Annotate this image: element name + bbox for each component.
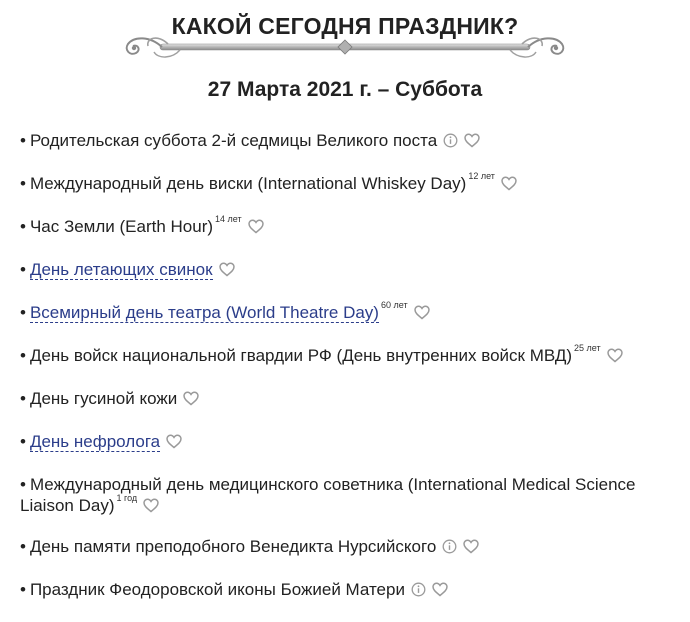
page: КАКОЙ СЕГОДНЯ ПРАЗДНИК? 27 Марта 2021 г.… — [0, 0, 690, 614]
holiday-item: • Всемирный день театра (World Theatre Da… — [20, 300, 680, 323]
heart-icon[interactable] — [463, 539, 480, 554]
heart-icon[interactable] — [606, 348, 623, 363]
heart-icon[interactable] — [218, 262, 235, 277]
bullet: • — [20, 131, 26, 150]
holiday-item: • Праздник Феодоровской иконы Божией Мате… — [20, 579, 680, 600]
heart-icon[interactable] — [166, 434, 182, 449]
holiday-name: День памяти преподобного Венедикта Нурси… — [29, 537, 437, 556]
heart-icon[interactable] — [501, 176, 517, 191]
holiday-item: • День нефролога — [20, 431, 680, 452]
bullet: • — [20, 537, 26, 556]
holiday-link[interactable]: День нефролога — [29, 432, 161, 452]
holiday-item: • Родительская суббота 2-й седмицы Велико… — [20, 130, 680, 151]
bullet: • — [20, 475, 26, 494]
holiday-list: • Родительская суббота 2-й седмицы Велико… — [20, 130, 680, 622]
years-badge: 60 лет — [380, 300, 408, 311]
holiday-name: Родительская суббота 2-й седмицы Великог… — [29, 131, 438, 150]
holiday-link[interactable]: День летающих свинок — [29, 260, 213, 280]
holiday-item: • День памяти преподобного Венедикта Нурс… — [20, 536, 680, 557]
heart-icon[interactable] — [183, 391, 199, 406]
holiday-name: Час Земли (Earth Hour) — [29, 217, 214, 236]
heart-icon[interactable] — [432, 582, 448, 597]
heart-icon[interactable] — [464, 133, 480, 148]
bullet: • — [20, 217, 26, 236]
holiday-name: День войск национальной гвардии РФ (День… — [29, 346, 573, 365]
holiday-item: • Международный день виски (International… — [20, 171, 680, 194]
bullet: • — [20, 303, 26, 322]
bullet: • — [20, 346, 26, 365]
heart-icon[interactable] — [247, 219, 264, 234]
bullet: • — [20, 174, 26, 193]
years-badge: 1 год — [116, 493, 138, 504]
holiday-item: • День войск национальной гвардии РФ (Ден… — [20, 343, 680, 366]
heart-icon[interactable] — [413, 305, 430, 320]
bullet: • — [20, 260, 26, 279]
ornament-divider — [125, 37, 565, 58]
heart-icon[interactable] — [143, 498, 159, 513]
info-icon[interactable] — [442, 539, 457, 554]
years-badge: 14 лет — [215, 214, 242, 225]
bullet: • — [20, 580, 26, 599]
date-heading: 27 Марта 2021 г. – Суббота — [207, 78, 483, 101]
info-icon[interactable] — [411, 582, 426, 597]
holiday-name: Праздник Феодоровской иконы Божией Матер… — [29, 580, 405, 599]
holiday-item: • День летающих свинок — [20, 259, 680, 280]
holiday-link[interactable]: Всемирный день театра (World Theatre Day… — [29, 303, 379, 323]
info-icon[interactable] — [443, 133, 458, 148]
holiday-name: Международный день медицинского советник… — [20, 475, 636, 515]
bullet: • — [20, 432, 26, 451]
holiday-item: • Международный день медицинского советни… — [20, 474, 680, 516]
years-badge: 25 лет — [574, 343, 601, 354]
years-badge: 12 лет — [468, 171, 495, 182]
holiday-item: • День гусиной кожи — [20, 388, 680, 409]
bullet: • — [20, 389, 26, 408]
holiday-item: • Час Земли (Earth Hour) 14 лет — [20, 214, 680, 237]
holiday-name: День гусиной кожи — [29, 389, 178, 408]
holiday-name: Международный день виски (International … — [29, 174, 467, 193]
